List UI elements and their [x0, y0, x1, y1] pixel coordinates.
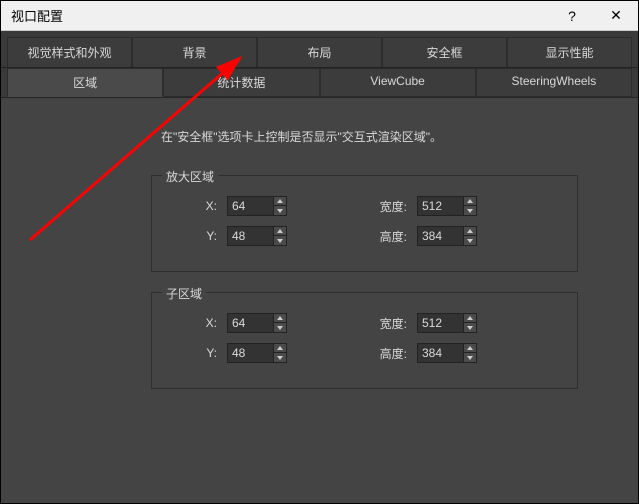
spinner-enlarge-height[interactable]: [417, 226, 477, 246]
label-height: 高度:: [367, 345, 407, 362]
spinner-enlarge-y[interactable]: [227, 226, 287, 246]
spin-up-icon[interactable]: [464, 344, 476, 353]
label-y: Y:: [167, 346, 217, 360]
spin-up-icon[interactable]: [274, 227, 286, 236]
subtab-steeringwheels[interactable]: SteeringWheels: [476, 68, 632, 97]
help-button[interactable]: ?: [550, 1, 594, 30]
spin-down-icon[interactable]: [274, 323, 286, 332]
group-sub-region: 子区域 X: 宽度:: [151, 292, 578, 389]
input-sub-x[interactable]: [228, 314, 273, 332]
spin-up-icon[interactable]: [464, 197, 476, 206]
spinner-enlarge-x[interactable]: [227, 196, 287, 216]
input-enlarge-y[interactable]: [228, 227, 273, 245]
tab-visual-style[interactable]: 视觉样式和外观: [7, 37, 132, 67]
spin-down-icon[interactable]: [274, 236, 286, 245]
spinner-sub-height[interactable]: [417, 343, 477, 363]
label-x: X:: [167, 316, 217, 330]
input-enlarge-height[interactable]: [418, 227, 463, 245]
label-width: 宽度:: [367, 315, 407, 332]
spin-up-icon[interactable]: [464, 314, 476, 323]
sub-tabbar: 区域 统计数据 ViewCube SteeringWheels: [1, 68, 638, 98]
spin-up-icon[interactable]: [274, 344, 286, 353]
spin-up-icon[interactable]: [464, 227, 476, 236]
subtab-viewcube[interactable]: ViewCube: [320, 68, 476, 97]
spinner-sub-width[interactable]: [417, 313, 477, 333]
label-y: Y:: [167, 229, 217, 243]
description-text: 在"安全框"选项卡上控制是否显示"交互式渲染区域"。: [161, 128, 618, 145]
spin-down-icon[interactable]: [274, 353, 286, 362]
input-sub-y[interactable]: [228, 344, 273, 362]
row-sub-x: X: 宽度:: [167, 313, 562, 333]
spinner-sub-x[interactable]: [227, 313, 287, 333]
spin-down-icon[interactable]: [274, 206, 286, 215]
tab-layout[interactable]: 布局: [257, 37, 382, 67]
tab-display-perf[interactable]: 显示性能: [507, 37, 632, 67]
group-enlarge-region: 放大区域 X: 宽度:: [151, 175, 578, 272]
spin-down-icon[interactable]: [464, 206, 476, 215]
legend-enlarge: 放大区域: [162, 168, 218, 185]
window-title: 视口配置: [11, 6, 63, 25]
row-enlarge-y: Y: 高度:: [167, 226, 562, 246]
input-sub-height[interactable]: [418, 344, 463, 362]
close-button[interactable]: ✕: [594, 1, 638, 30]
window-controls: ? ✕: [550, 1, 638, 30]
label-height: 高度:: [367, 228, 407, 245]
subtab-statistics[interactable]: 统计数据: [163, 68, 319, 97]
spinner-sub-y[interactable]: [227, 343, 287, 363]
legend-sub: 子区域: [162, 285, 206, 302]
main-tabbar: 视觉样式和外观 背景 布局 安全框 显示性能: [1, 31, 638, 68]
label-width: 宽度:: [367, 198, 407, 215]
input-enlarge-width[interactable]: [418, 197, 463, 215]
subtab-region[interactable]: 区域: [7, 68, 163, 97]
spin-down-icon[interactable]: [464, 323, 476, 332]
titlebar: 视口配置 ? ✕: [1, 1, 638, 31]
row-sub-y: Y: 高度:: [167, 343, 562, 363]
spin-up-icon[interactable]: [274, 197, 286, 206]
label-x: X:: [167, 199, 217, 213]
input-enlarge-x[interactable]: [228, 197, 273, 215]
spin-up-icon[interactable]: [274, 314, 286, 323]
viewport-config-window: 视口配置 ? ✕ 视觉样式和外观 背景 布局 安全框 显示性能 区域 统计数据 …: [0, 0, 639, 504]
spin-down-icon[interactable]: [464, 236, 476, 245]
row-enlarge-x: X: 宽度:: [167, 196, 562, 216]
input-sub-width[interactable]: [418, 314, 463, 332]
content-area: 在"安全框"选项卡上控制是否显示"交互式渲染区域"。 放大区域 X: 宽度:: [1, 98, 638, 503]
tab-safe-frame[interactable]: 安全框: [382, 37, 507, 67]
tab-background[interactable]: 背景: [132, 37, 257, 67]
spinner-enlarge-width[interactable]: [417, 196, 477, 216]
spin-down-icon[interactable]: [464, 353, 476, 362]
